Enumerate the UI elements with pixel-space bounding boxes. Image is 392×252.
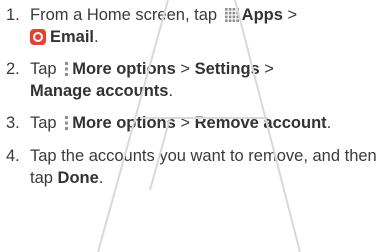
remove-account-label: Remove account (194, 114, 327, 132)
manage-accounts-label: Manage accounts (30, 82, 169, 100)
step-number: 2. (6, 60, 20, 78)
punctuation: . (98, 169, 104, 187)
apps-grid-icon (224, 8, 239, 22)
done-label: Done (57, 169, 99, 187)
step-3: 3. Tap More options > Remove account. (6, 112, 392, 134)
more-options-icon (65, 62, 69, 76)
punctuation: . (326, 114, 332, 132)
step-text: From a Home screen, tap (30, 6, 218, 24)
email-app-icon (30, 29, 46, 45)
separator: > (180, 114, 191, 132)
instruction-steps: 1. From a Home screen, tap Apps > Email.… (6, 0, 392, 199)
separator: > (287, 6, 298, 24)
separator: > (180, 60, 191, 78)
apps-label: Apps (241, 6, 283, 24)
settings-label: Settings (194, 60, 260, 78)
more-options-label: More options (72, 114, 176, 132)
step-4: 4. Tap the accounts you want to remove, … (6, 145, 392, 189)
email-label: Email (50, 28, 95, 46)
punctuation: . (168, 82, 174, 100)
more-options-icon (65, 116, 69, 130)
step-text: Tap (30, 60, 57, 78)
step-number: 3. (6, 114, 20, 132)
punctuation: . (94, 28, 99, 46)
step-number: 4. (6, 147, 20, 165)
step-1: 1. From a Home screen, tap Apps > Email. (6, 4, 392, 48)
step-text: Tap (30, 114, 57, 132)
step-2: 2. Tap More options > Settings > Manage … (6, 58, 392, 102)
step-number: 1. (6, 6, 20, 24)
separator: > (264, 60, 274, 78)
more-options-label: More options (72, 60, 176, 78)
